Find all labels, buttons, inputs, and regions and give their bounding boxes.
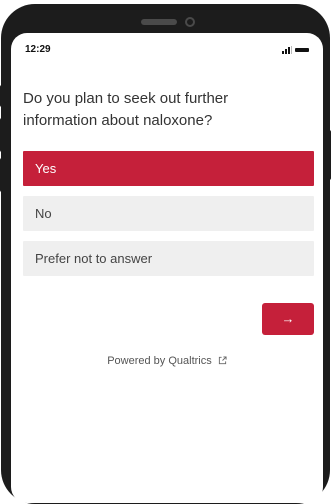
powered-by-link[interactable]: Powered by Qualtrics: [11, 355, 323, 367]
phone-side-button: [0, 158, 4, 192]
speaker-bar: [141, 19, 177, 25]
camera-icon: [185, 17, 195, 27]
external-link-icon: [218, 356, 227, 365]
phone-screen: 12:29 Do you plan to seek out further in…: [11, 33, 323, 503]
battery-icon: [295, 48, 309, 52]
phone-frame: 12:29 Do you plan to seek out further in…: [1, 4, 330, 504]
phone-side-button: [0, 118, 4, 152]
next-button[interactable]: →: [262, 303, 314, 335]
question-text: Do you plan to seek out further informat…: [23, 90, 229, 129]
phone-side-button: [0, 85, 4, 107]
phone-power-button: [327, 130, 331, 180]
choice-yes[interactable]: Yes: [23, 151, 314, 186]
signal-bars-icon: [282, 46, 292, 54]
status-time: 12:29: [25, 44, 51, 55]
choice-no[interactable]: No: [23, 196, 314, 231]
powered-by-text: Powered by Qualtrics: [107, 355, 212, 367]
choice-prefer-not-to-answer[interactable]: Prefer not to answer: [23, 241, 314, 276]
status-bar: 12:29: [11, 33, 323, 57]
